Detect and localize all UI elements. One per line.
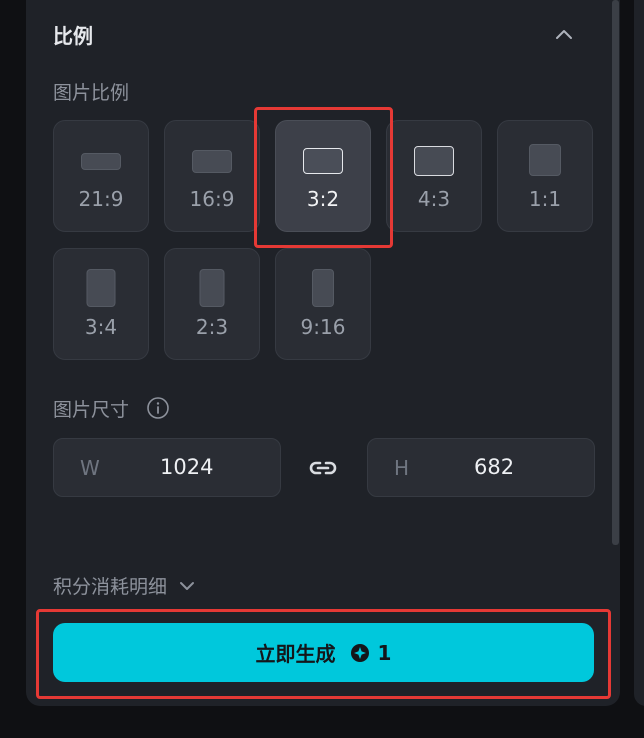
link-icon[interactable]	[307, 454, 339, 482]
ratio-option-label: 3:2	[306, 187, 340, 211]
ratio-9-16-icon	[312, 269, 334, 307]
generate-button-label: 立即生成	[255, 642, 336, 666]
height-field[interactable]: H 682	[367, 438, 595, 497]
ratio-option-1-1[interactable]: 1:1	[497, 120, 593, 232]
ratio-option-label: 16:9	[189, 187, 235, 211]
credit-value: 1	[377, 640, 392, 665]
ratio-1-1-icon	[529, 144, 561, 176]
ratio-option-label: 3:4	[84, 315, 118, 339]
ratio-option-label: 4:3	[417, 187, 451, 211]
ratio-option-label: 2:3	[195, 315, 229, 339]
ratio-21-9-icon	[81, 153, 121, 170]
ratio-option-21-9[interactable]: 21:9	[53, 120, 149, 232]
ratio-16-9-icon	[192, 150, 232, 173]
size-label: 图片尺寸	[53, 399, 130, 421]
cost-details-label: 积分消耗明细	[53, 576, 168, 598]
chevron-down-icon	[180, 581, 195, 590]
height-value[interactable]: 682	[474, 455, 514, 479]
adjacent-panel	[634, 0, 644, 706]
cost-details-toggle[interactable]: 积分消耗明细	[53, 572, 195, 599]
ratio-2-3-icon	[199, 269, 225, 307]
credit-cost: 1	[350, 640, 392, 665]
ratio-3-4-icon	[86, 269, 116, 307]
scrollbar[interactable]	[612, 0, 619, 545]
ratio-option-label: 21:9	[78, 187, 124, 211]
width-value[interactable]: 1024	[160, 455, 213, 479]
ratio-option-2-3[interactable]: 2:3	[164, 248, 260, 360]
section-title: 比例	[53, 24, 93, 48]
ratio-option-3-2[interactable]: 3:2	[275, 120, 371, 232]
height-prefix: H	[394, 456, 410, 480]
ratio-label: 图片比例	[53, 82, 130, 104]
chevron-up-icon	[556, 30, 572, 39]
width-prefix: W	[80, 456, 100, 480]
collapse-button[interactable]	[552, 22, 576, 46]
info-icon[interactable]	[146, 396, 170, 420]
ratio-3-2-icon	[303, 148, 343, 174]
ratio-option-9-16[interactable]: 9:16	[275, 248, 371, 360]
ratio-4-3-icon	[414, 146, 454, 176]
ratio-option-label: 9:16	[300, 315, 346, 339]
credit-icon	[350, 643, 369, 662]
generate-button[interactable]: 立即生成 1	[53, 623, 594, 682]
ratio-option-label: 1:1	[528, 187, 562, 211]
width-field[interactable]: W 1024	[53, 438, 281, 497]
ratio-option-16-9[interactable]: 16:9	[164, 120, 260, 232]
ratio-option-4-3[interactable]: 4:3	[386, 120, 482, 232]
ratio-option-3-4[interactable]: 3:4	[53, 248, 149, 360]
